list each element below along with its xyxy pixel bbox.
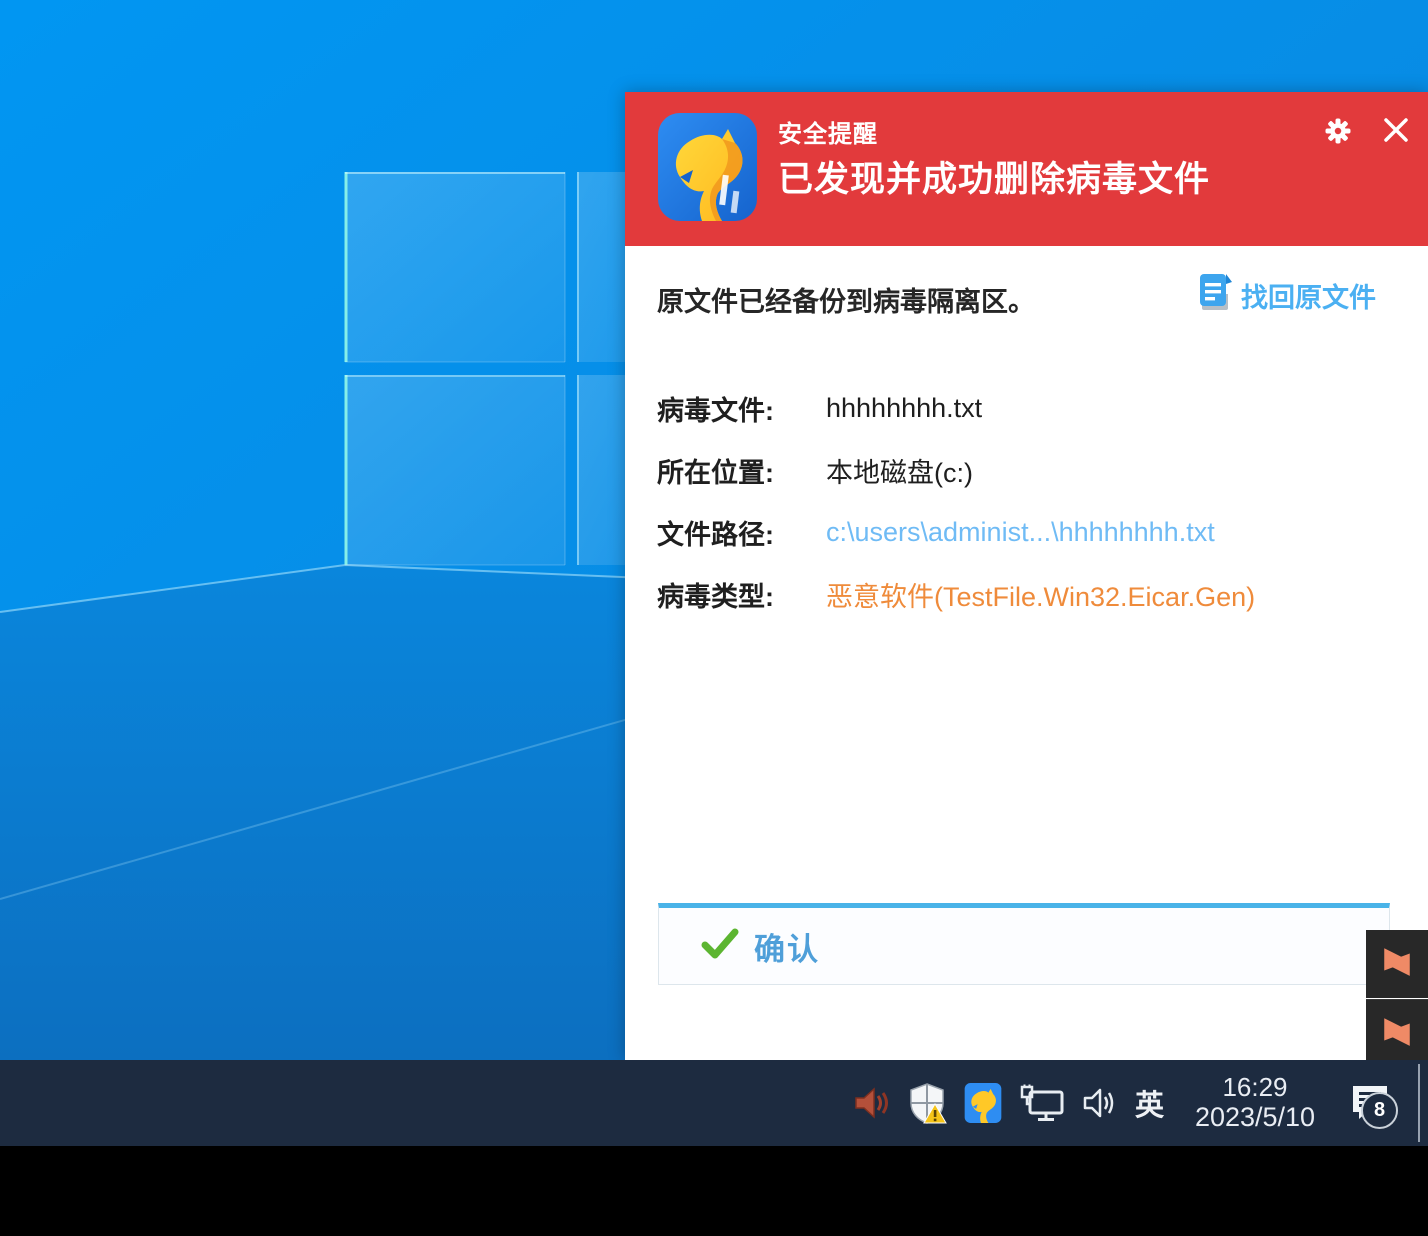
detail-row-file-path: 文件路径: c:\users\administ...\hhhhhhhh.txt [657,512,1397,552]
location-value: 本地磁盘(c:) [826,451,973,490]
confirm-button[interactable]: 确认 [658,903,1390,985]
virus-type-value: 恶意软件(TestFile.Win32.Eicar.Gen) [826,575,1255,614]
dialog-header: 安全提醒 已发现并成功删除病毒文件 [625,92,1428,246]
detail-row-virus-type: 病毒类型: 恶意软件(TestFile.Win32.Eicar.Gen) [657,574,1397,614]
row-label: 所在位置: [657,451,826,490]
detail-row-location: 所在位置: 本地磁盘(c:) [657,450,1397,490]
green-check-icon [701,928,739,965]
security-alert-dialog: 安全提醒 已发现并成功删除病毒文件 [625,92,1428,1060]
system-tray: 英 16:29 2023/5/10 8 [853,1060,1392,1146]
orange-bowtie-icon [1380,945,1414,984]
dialog-title: 已发现并成功删除病毒文件 [778,160,1210,200]
volume-icon[interactable] [1081,1085,1119,1121]
detail-row-virus-file: 病毒文件: hhhhhhhh.txt [657,388,1397,428]
file-path-value: c:\users\administ...\hhhhhhhh.txt [826,517,1215,548]
clock-time: 16:29 [1180,1073,1330,1103]
row-label: 病毒文件: [657,389,826,428]
ime-indicator[interactable]: 英 [1135,1082,1164,1124]
restore-file-link[interactable]: 找回原文件 [1194,272,1376,319]
restore-file-label: 找回原文件 [1241,276,1376,315]
taskbar: 英 16:29 2023/5/10 8 [0,1060,1428,1146]
bottom-letterbox [0,1146,1428,1236]
network-icon[interactable] [1019,1084,1065,1122]
virus-file-value: hhhhhhhh.txt [826,393,982,424]
close-icon[interactable] [1381,115,1411,145]
restore-file-icon [1194,272,1234,319]
row-label: 病毒类型: [657,575,826,614]
recording-speaker-icon[interactable] [853,1085,891,1121]
notification-badge: 8 [1361,1092,1398,1129]
show-desktop-divider[interactable] [1418,1064,1420,1142]
orange-bowtie-icon [1380,1015,1414,1054]
dialog-badge-label: 安全提醒 [778,122,878,148]
clock-date: 2023/5/10 [1180,1102,1330,1133]
taskbar-clock[interactable]: 16:29 2023/5/10 [1180,1073,1330,1134]
action-center-icon[interactable]: 8 [1346,1081,1392,1125]
kingsoft-leopard-icon [658,113,757,221]
confirm-button-label: 确认 [754,924,820,969]
defender-shield-icon[interactable] [907,1082,947,1124]
gear-icon[interactable] [1323,116,1353,146]
row-label: 文件路径: [657,513,826,552]
side-widget-bottom[interactable] [1366,999,1428,1068]
screen: 安全提醒 已发现并成功删除病毒文件 [0,0,1428,1236]
antivirus-tray-icon[interactable] [963,1083,1003,1123]
backup-message: 原文件已经备份到病毒隔离区。 [657,280,1035,319]
side-widget-top[interactable] [1366,930,1428,998]
